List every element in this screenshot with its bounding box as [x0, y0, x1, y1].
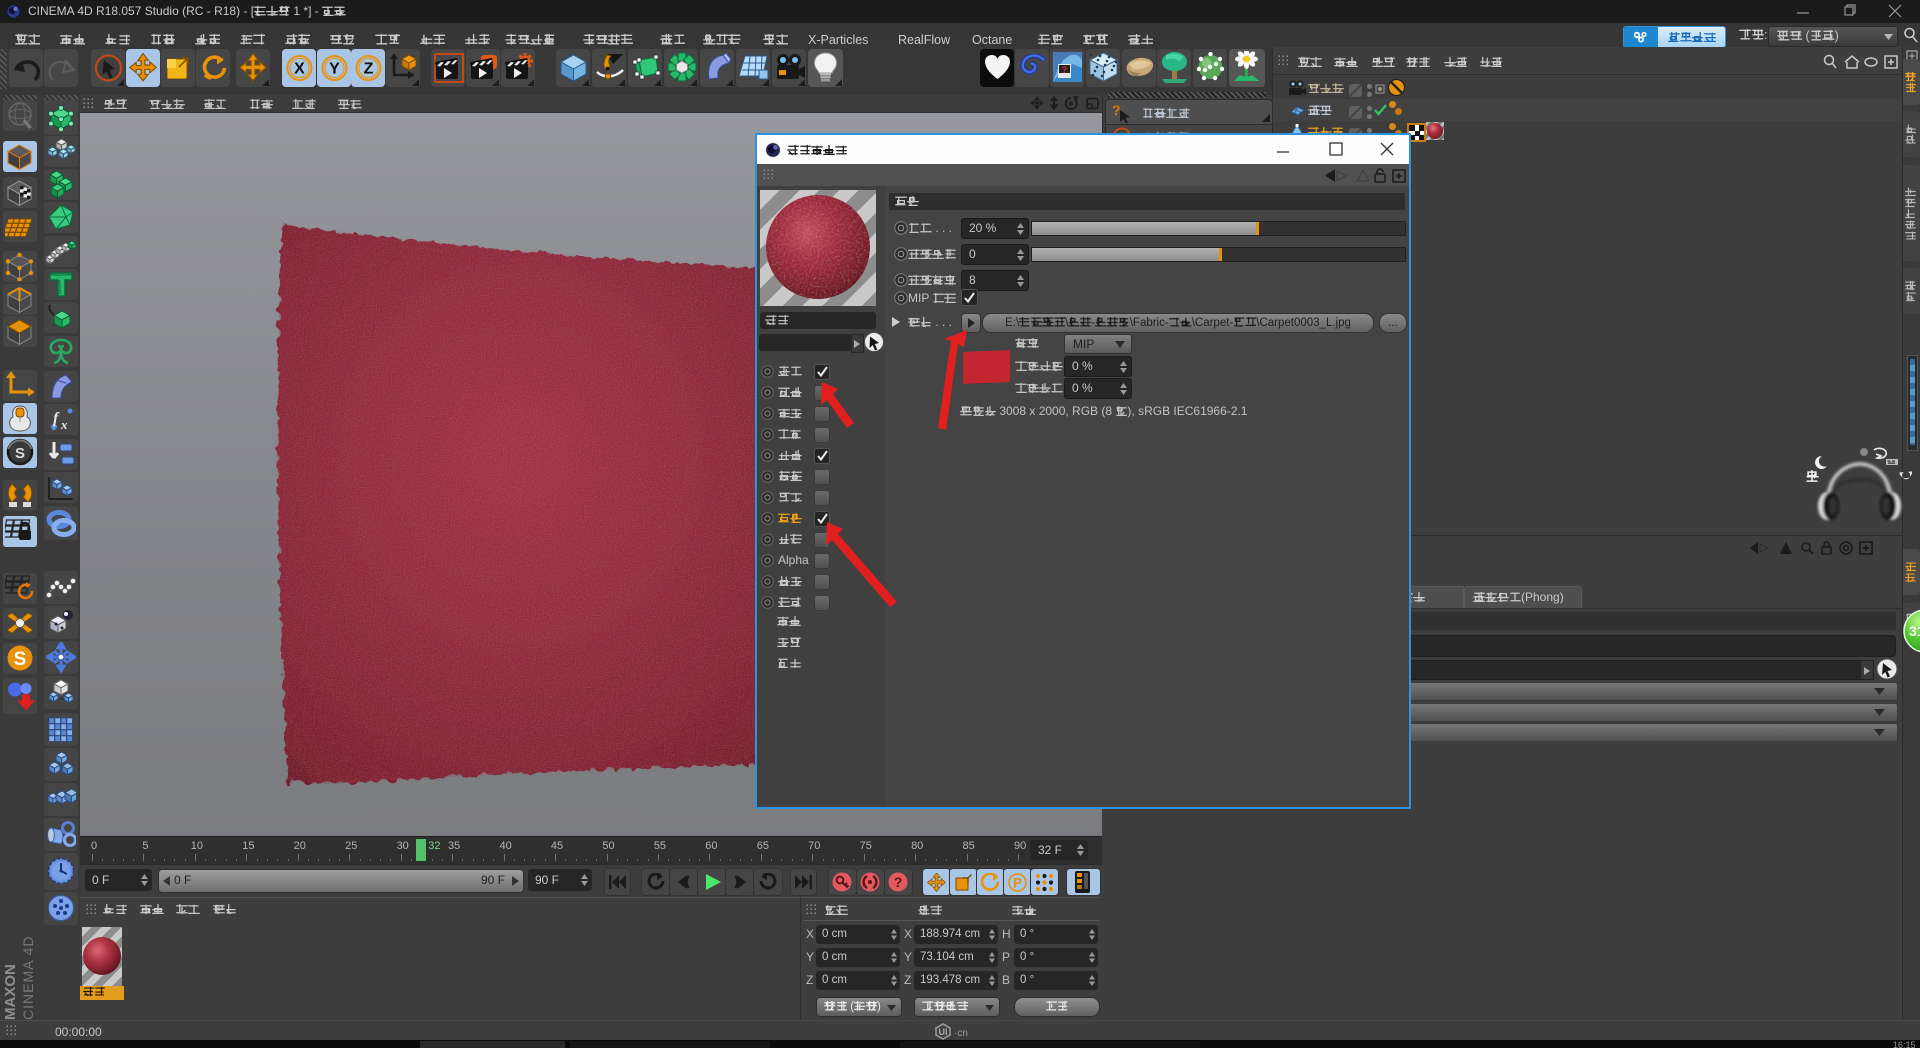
svg-text:31: 31: [1909, 623, 1920, 639]
